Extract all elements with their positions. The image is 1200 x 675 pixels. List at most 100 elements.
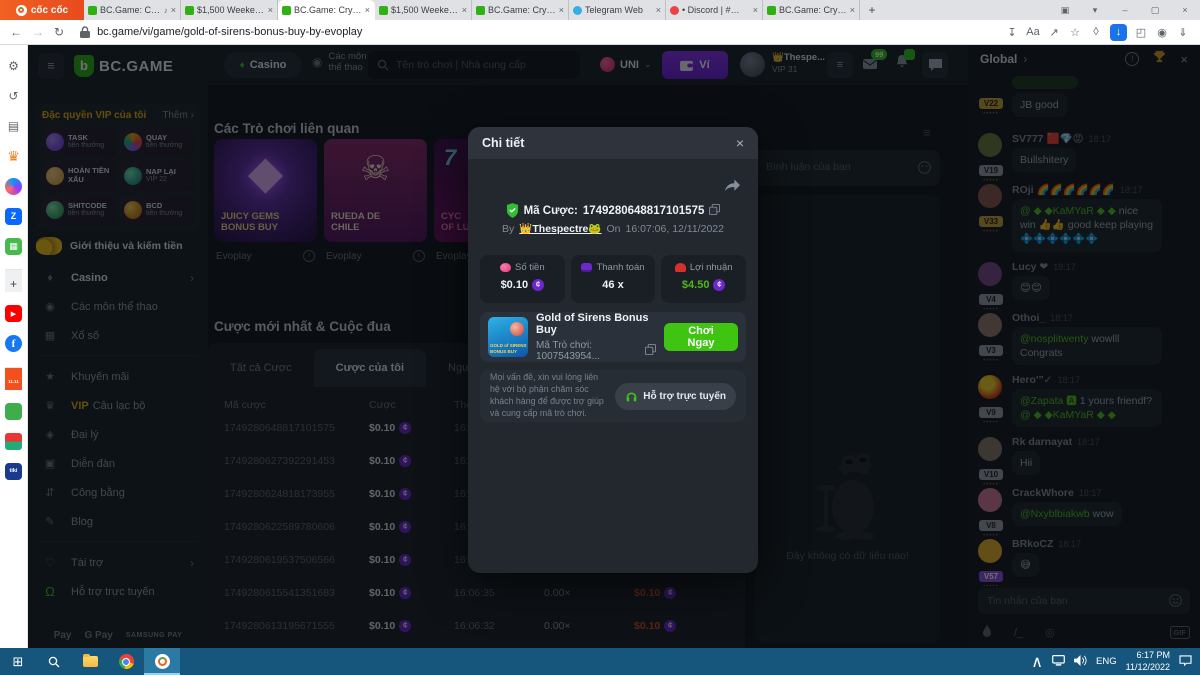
coin-icon xyxy=(713,279,725,291)
battery-app-icon[interactable] xyxy=(5,403,22,420)
copy-icon[interactable] xyxy=(645,344,656,358)
file-explorer-icon[interactable] xyxy=(72,648,108,675)
browser-tab[interactable]: BC.Game: Crypto Ca × xyxy=(278,0,375,20)
browser-tab[interactable]: BC.Game: Crypto ♪ × xyxy=(84,0,181,20)
crown-icon[interactable]: ♛ xyxy=(5,148,22,165)
history-icon[interactable]: ↺ xyxy=(5,88,22,105)
modal-close-icon[interactable]: × xyxy=(736,135,744,151)
tab-favicon xyxy=(185,6,194,15)
https-lock-icon[interactable] xyxy=(80,26,90,38)
bet-stat-card: Số tiền $0.10 xyxy=(480,255,565,303)
tab-title: Telegram Web xyxy=(585,5,653,15)
save-page-icon[interactable]: ↧ xyxy=(1005,26,1019,39)
coc-coc-logo-text: cốc cốc xyxy=(31,5,68,16)
play-now-button[interactable]: Chơi Ngay xyxy=(664,323,738,351)
action-center-icon[interactable] xyxy=(1179,653,1192,671)
tab-favicon xyxy=(573,6,582,15)
tab-close-icon[interactable]: × xyxy=(171,5,176,15)
coin-icon xyxy=(532,279,544,291)
downloads-tray-icon[interactable]: ⇓ xyxy=(1176,26,1190,39)
volume-icon[interactable] xyxy=(1074,653,1087,671)
tab-close-icon[interactable]: × xyxy=(850,5,855,15)
zalo-icon[interactable]: Z xyxy=(5,208,22,225)
browser-tab[interactable]: $1,500 Weekend Evo × xyxy=(375,0,472,20)
profile-icon[interactable]: ◉ xyxy=(1155,26,1169,39)
bet-id-line: Mã Cược:1749280648817101575 xyxy=(468,203,758,218)
back-icon[interactable]: ← xyxy=(10,25,22,39)
live-support-button[interactable]: Hỗ trợ trực tuyến xyxy=(615,383,736,410)
tab-title: BC.Game: Crypto Ca xyxy=(779,5,847,15)
browser-tab[interactable]: Telegram Web × xyxy=(569,0,666,20)
settings-gear-icon[interactable]: ⚙ xyxy=(5,58,22,75)
game-title: Gold of Sirens Bonus Buy xyxy=(536,312,656,336)
clock[interactable]: 6:17 PM11/12/2022 xyxy=(1126,650,1170,673)
tab-close-icon[interactable]: × xyxy=(462,5,467,15)
tab-list-icon[interactable]: ▾ xyxy=(1080,5,1110,16)
tab-close-icon[interactable]: × xyxy=(656,5,661,15)
minimize-icon[interactable]: – xyxy=(1110,5,1140,15)
tab-title: $1,500 Weekend Evo xyxy=(391,5,459,15)
adblock-shield-icon[interactable]: ◊ xyxy=(1089,26,1103,38)
extensions-icon[interactable]: ◰ xyxy=(1134,26,1148,39)
system-tray: ∧ ENG 6:17 PM11/12/2022 xyxy=(1031,650,1200,673)
bookmark-star-icon[interactable]: ☆ xyxy=(1068,26,1082,39)
tab-title: BC.Game: Crypto xyxy=(100,5,161,15)
browser-tab[interactable]: BC.Game: Crypto Ca × xyxy=(763,0,860,20)
tray-expand-icon[interactable]: ∧ xyxy=(1031,652,1043,672)
youtube-icon[interactable]: ▶ xyxy=(5,305,22,322)
address-bar[interactable]: bc.game/vi/game/gold-of-sirens-bonus-buy… xyxy=(97,26,1005,38)
add-shortcut-icon[interactable]: + xyxy=(5,269,22,292)
tab-bar: BC.Game: Crypto ♪ × $1,500 Weekend Evo ×… xyxy=(84,0,860,20)
game-center-icon[interactable]: ▦ xyxy=(5,238,22,255)
window-controls: ▣▾–▢× xyxy=(1050,0,1200,20)
reload-icon[interactable]: ↻ xyxy=(54,25,64,39)
browser-tab[interactable]: $1,500 Weekend Evo × xyxy=(181,0,278,20)
coc-coc-taskbar-icon[interactable] xyxy=(144,648,180,675)
tab-audio-icon[interactable]: ♪ xyxy=(164,6,168,15)
game-thumbnail[interactable]: GOLD of SIRENSBONUS BUY xyxy=(488,317,528,357)
modal-title: Chi tiết xyxy=(482,136,524,150)
translate-icon[interactable]: Aa xyxy=(1026,26,1040,38)
taskbar-search-icon[interactable] xyxy=(36,648,72,675)
tab-close-icon[interactable]: × xyxy=(268,5,273,15)
screen: cốc cốc BC.Game: Crypto ♪ × $1,500 Weeke… xyxy=(0,0,1200,675)
player-name-link[interactable]: 👑Thespectre🐸 xyxy=(519,222,601,235)
study-app-icon[interactable] xyxy=(5,433,22,450)
copy-icon[interactable] xyxy=(709,204,720,218)
browser-toolbar: ← → ↻ bc.game/vi/game/gold-of-sirens-bon… xyxy=(0,20,1200,45)
newsfeed-icon[interactable]: ▤ xyxy=(5,118,22,135)
tab-close-icon[interactable]: × xyxy=(753,5,758,15)
language-indicator[interactable]: ENG xyxy=(1096,656,1117,667)
network-icon[interactable] xyxy=(1052,653,1065,671)
coc-coc-logo[interactable]: cốc cốc xyxy=(0,0,84,20)
browser-tab-strip: cốc cốc BC.Game: Crypto ♪ × $1,500 Weeke… xyxy=(0,0,1200,20)
share-bet-icon[interactable] xyxy=(725,179,740,198)
tab-title: BC.Game: Crypto Ca xyxy=(488,5,556,15)
tab-title: BC.Game: Crypto Ca xyxy=(294,5,362,15)
stat-icon xyxy=(581,263,592,272)
maximize-icon[interactable]: ▢ xyxy=(1140,5,1170,16)
close-window-icon[interactable]: × xyxy=(1170,5,1200,15)
support-panel: Mọi vấn đề, xin vui lòng liên hệ với bộ … xyxy=(480,370,746,422)
bet-datetime: 16:07:06, 12/11/2022 xyxy=(625,223,723,235)
share-icon[interactable]: ↗ xyxy=(1047,26,1061,39)
new-tab-button[interactable]: + xyxy=(860,0,884,20)
facebook-icon[interactable]: f xyxy=(5,335,22,352)
forward-icon[interactable]: → xyxy=(32,25,44,39)
chrome-icon[interactable] xyxy=(108,648,144,675)
start-button[interactable]: ⊞ xyxy=(0,648,36,675)
tab-close-icon[interactable]: × xyxy=(559,5,564,15)
browser-tab[interactable]: BC.Game: Crypto Ca × xyxy=(472,0,569,20)
sale-1111-icon[interactable]: 11.11 xyxy=(5,367,22,390)
tab-title: • Discord | #🎮gam xyxy=(682,5,750,16)
download-button-icon[interactable]: ↓ xyxy=(1110,24,1127,41)
tab-close-icon[interactable]: × xyxy=(365,5,370,15)
windows-taskbar: ⊞ ∧ ENG 6:17 PM11/12/2022 xyxy=(0,648,1200,675)
bc-game-page: ≡ BC.GAME Đặc quyền VIP của tôiThêm › TA… xyxy=(28,45,1200,648)
tab-title: $1,500 Weekend Evo xyxy=(197,5,265,15)
tab-search-icon[interactable]: ▣ xyxy=(1050,5,1080,16)
browser-tab[interactable]: • Discord | #🎮gam × xyxy=(666,0,763,20)
bet-stat-card: Lợi nhuận $4.50 xyxy=(661,255,746,303)
tiki-icon[interactable]: tiki xyxy=(5,463,22,480)
messenger-icon[interactable] xyxy=(5,178,22,195)
